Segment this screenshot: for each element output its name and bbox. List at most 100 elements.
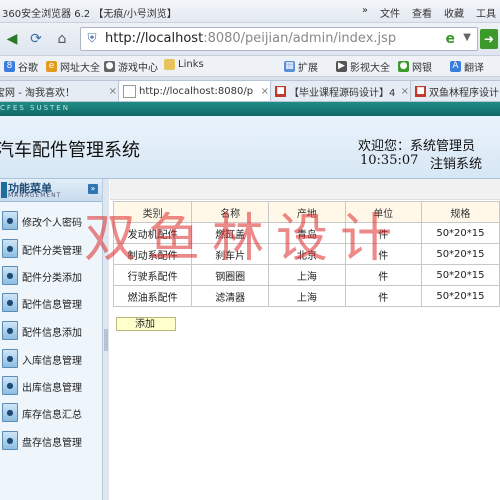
cell-name[interactable]: 刹车片 — [191, 243, 270, 265]
cell-name[interactable]: 滤清器 — [191, 285, 270, 307]
menu-more[interactable]: » — [362, 5, 368, 20]
sidebar-item-outbound-manage[interactable]: ● 出库信息管理 — [0, 372, 102, 398]
column-header-spec[interactable]: 规格 — [420, 201, 500, 223]
user-icon: ● — [2, 376, 18, 395]
arrow-right-icon: ➜ — [483, 32, 495, 46]
grid-icon: ▦ — [284, 61, 295, 72]
bookmark-nav[interactable]: e 网址大全 — [46, 59, 100, 74]
translate-icon: A — [450, 61, 461, 72]
cell-unit: 件 — [344, 264, 422, 286]
shield-icon: ⛨ — [87, 31, 97, 45]
menu-file[interactable]: 文件 — [380, 5, 400, 20]
bookmark-translate[interactable]: A 翻译 — [450, 59, 484, 74]
site-icon: ■ — [415, 85, 426, 97]
table-header-row: 类别 名称 产地 单位 规格 — [112, 201, 500, 223]
go-button[interactable]: ➜ — [480, 29, 498, 49]
close-icon[interactable]: × — [401, 86, 409, 97]
cell-spec: 50*20*15 — [420, 222, 500, 244]
cell-origin: 上海 — [268, 285, 346, 307]
welcome-text: 欢迎您：系统管理员 — [358, 139, 476, 154]
close-icon[interactable]: × — [261, 86, 269, 97]
address-bar[interactable]: ⛨ http://localhost:8080/peijian/admin/in… — [80, 27, 478, 51]
user-icon: ● — [2, 293, 18, 312]
table-row[interactable]: 行驶系配件 钢圈圈 上海 件 50*20*15 — [112, 264, 500, 286]
tab-bar: 淘宝网 - 淘我喜欢！× http://localhost:8080/p× ■【… — [0, 77, 500, 102]
column-header-category[interactable]: 类别 — [112, 201, 193, 223]
sidebar-splitter[interactable] — [103, 179, 109, 500]
bookmark-extensions[interactable]: ▦ 扩展 — [284, 59, 318, 74]
folder-icon — [164, 59, 175, 70]
google-icon: 8 — [4, 61, 15, 72]
user-icon: ● — [2, 349, 18, 368]
site-icon: ■ — [275, 85, 286, 97]
parts-table: 类别 名称 产地 单位 规格 发动机配件 燃缸盖 青岛 件 50*20*15 制… — [112, 201, 500, 307]
bookmark-links[interactable]: Links — [164, 59, 204, 70]
cell-origin: 北京 — [268, 243, 346, 265]
sidebar-item-category-manage[interactable]: ● 配件分类管理 — [0, 235, 102, 261]
cell-name[interactable]: 钢圈圈 — [191, 264, 270, 286]
sidebar-item-part-manage[interactable]: ● 配件信息管理 — [0, 289, 102, 315]
table-row[interactable]: 燃油系配件 滤清器 上海 件 50*20*15 — [112, 285, 500, 307]
column-header-unit[interactable]: 单位 — [344, 201, 422, 223]
sidebar-item-stock-summary[interactable]: ● 库存信息汇总 — [0, 399, 102, 425]
cell-unit: 件 — [344, 243, 422, 265]
sidebar-header: 功能菜单 MANAGEMENT » — [0, 179, 102, 202]
user-icon: ● — [2, 239, 18, 258]
sidebar-item-change-password[interactable]: ● 修改个人密码 — [0, 207, 102, 233]
clock-text: 10:35:07 — [360, 153, 419, 168]
refresh-icon: ⟳ — [30, 31, 42, 47]
sidebar: 功能菜单 MANAGEMENT » ● 修改个人密码 ● 配件分类管理 ● 配件分类添… — [0, 179, 103, 500]
tab-shuangyulin[interactable]: ■ 双鱼林程序设计 — [410, 80, 500, 101]
splitter-grip-icon[interactable] — [104, 329, 108, 351]
home-button[interactable]: ⌂ — [52, 29, 72, 49]
back-arrow-icon: ◀ — [6, 31, 18, 47]
page-icon — [123, 84, 136, 98]
browser-nav-bar: ◀ ⟳ ⌂ ⛨ http://localhost:8080/peijian/ad… — [0, 23, 500, 56]
bank-icon: ● — [398, 61, 409, 72]
film-icon: ▶ — [336, 61, 347, 72]
user-icon: ● — [2, 403, 18, 422]
collapse-chevron-icon[interactable]: » — [88, 184, 98, 194]
cell-name[interactable]: 燃缸盖 — [191, 222, 270, 244]
app-header: 汽车配件管理系统 欢迎您：系统管理员 10:35:07 注销系统 — [0, 116, 500, 179]
add-button[interactable]: 添加 — [116, 317, 176, 331]
tab-course-source[interactable]: ■ 【毕业课程源码设计】4 × — [270, 80, 414, 101]
table-row[interactable]: 发动机配件 燃缸盖 青岛 件 50*20*15 — [112, 222, 500, 244]
bookmark-games[interactable]: ● 游戏中心 — [104, 59, 158, 74]
menu-tools[interactable]: 工具 — [476, 5, 496, 20]
refresh-button[interactable]: ⟳ — [26, 29, 46, 49]
logout-link[interactable]: 注销系统 — [430, 153, 482, 172]
column-header-origin[interactable]: 产地 — [268, 201, 346, 223]
column-header-name[interactable]: 名称 — [191, 201, 270, 223]
user-icon: ● — [2, 266, 18, 285]
browser-title-bar: 360安全浏览器 6.2 【无痕/小号浏览】 » 文件 查看 收藏 工具 — [0, 0, 500, 23]
user-icon: ● — [2, 211, 18, 230]
menu-view[interactable]: 查看 — [412, 5, 432, 20]
window-title: 360安全浏览器 6.2 【无痕/小号浏览】 — [2, 9, 177, 20]
app-title: 汽车配件管理系统 — [0, 140, 140, 161]
sidebar-subtitle: MANAGEMENT — [8, 192, 62, 199]
cell-spec: 50*20*15 — [420, 243, 500, 265]
content-toolbar — [110, 179, 500, 200]
bookmark-google[interactable]: 8 谷歌 — [4, 59, 38, 74]
sidebar-item-inventory-check[interactable]: ● 盘存信息管理 — [0, 427, 102, 453]
tab-localhost[interactable]: http://localhost:8080/p × — [118, 80, 274, 101]
cell-category: 发动机配件 — [112, 222, 193, 244]
sidebar-item-part-add[interactable]: ● 配件信息添加 — [0, 317, 102, 343]
home-icon: ⌂ — [57, 31, 67, 47]
cell-unit: 件 — [344, 222, 422, 244]
bookmark-bank[interactable]: ● 网银 — [398, 59, 432, 74]
sidebar-item-inbound-manage[interactable]: ● 入库信息管理 — [0, 345, 102, 371]
bookmark-movies[interactable]: ▶ 影视大全 — [336, 59, 390, 74]
close-icon[interactable]: × — [109, 86, 117, 97]
sidebar-item-category-add[interactable]: ● 配件分类添加 — [0, 262, 102, 288]
gamepad-icon: ● — [104, 61, 115, 72]
back-button[interactable]: ◀ — [2, 29, 22, 49]
tab-taobao[interactable]: 淘宝网 - 淘我喜欢！× — [0, 80, 122, 101]
chevron-down-icon[interactable]: ▼ — [463, 32, 471, 43]
bookmarks-bar: 8 谷歌 e 网址大全 ● 游戏中心 Links ▦ 扩展 ▶ 影视大全 ● 网银 A 翻译 — [0, 56, 500, 77]
ie-engine-icon[interactable]: e — [446, 31, 456, 47]
cell-unit: 件 — [344, 285, 422, 307]
table-row[interactable]: 制动系配件 刹车片 北京 件 50*20*15 — [112, 243, 500, 265]
menu-favorites[interactable]: 收藏 — [444, 5, 464, 20]
